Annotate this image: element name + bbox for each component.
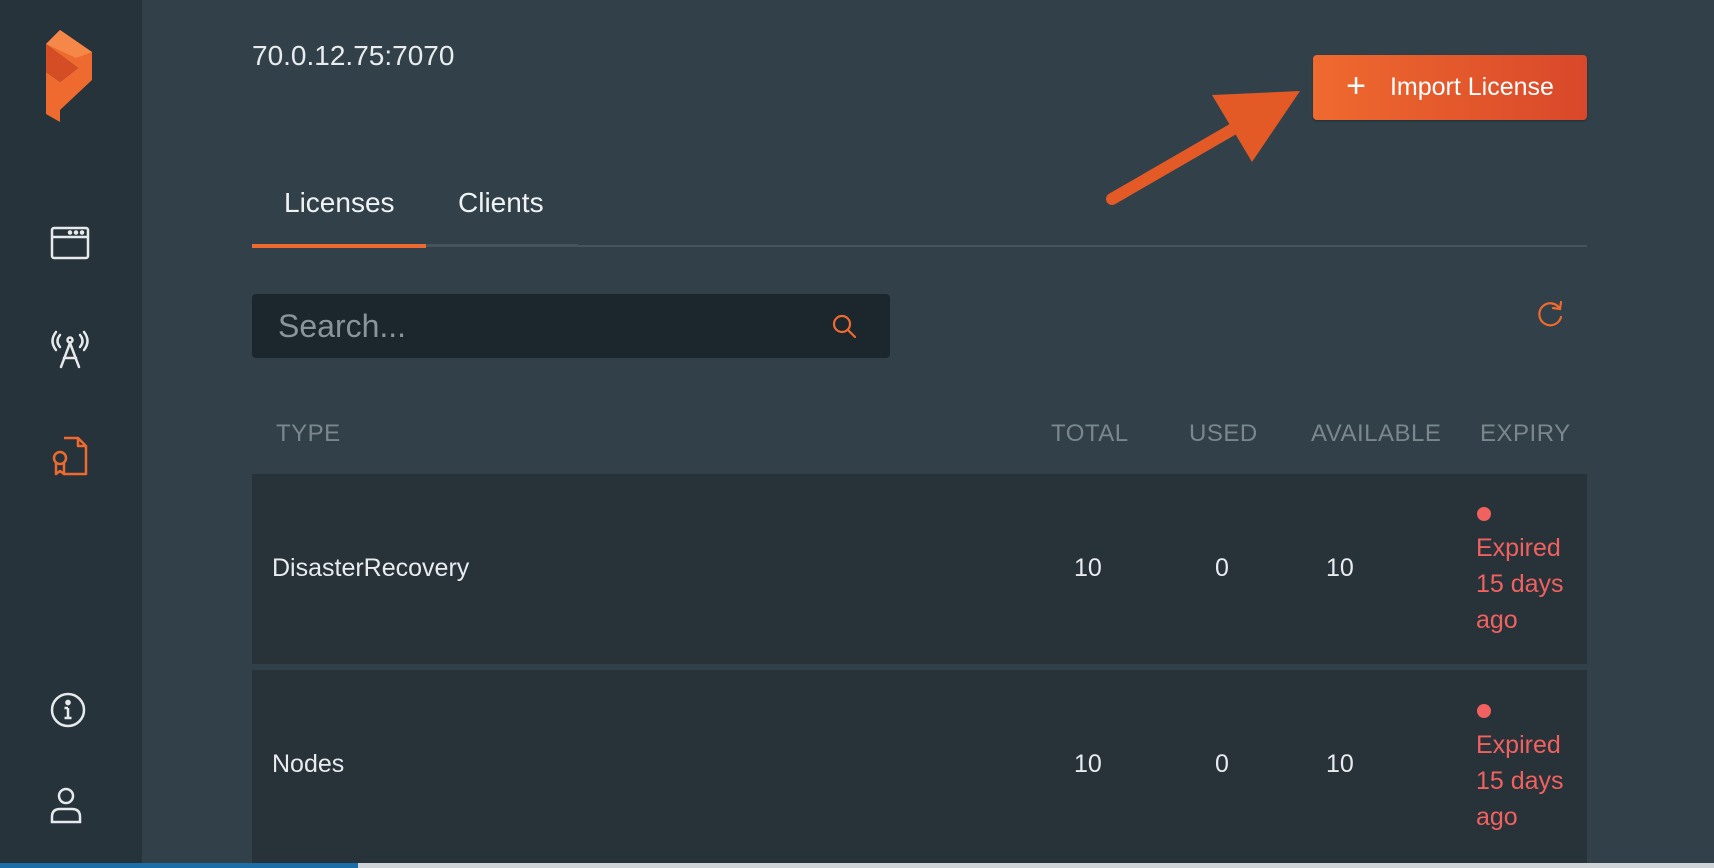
- active-tab-indicator: [252, 244, 426, 248]
- antenna-icon[interactable]: [46, 325, 94, 373]
- tab-indicator: [426, 244, 578, 247]
- cell-available: 10: [1326, 554, 1354, 582]
- search-box: [252, 294, 890, 358]
- cell-expiry: Expired 15 days ago: [1476, 530, 1564, 638]
- search-icon[interactable]: [830, 312, 858, 340]
- expiry-line: 15 days: [1476, 767, 1564, 795]
- plus-icon: +: [1346, 66, 1366, 105]
- search-input[interactable]: [252, 294, 838, 358]
- window-icon[interactable]: [46, 220, 94, 268]
- cell-total: 10: [1074, 750, 1102, 778]
- table-row[interactable]: DisasterRecovery 10 0 10 Expired 15 days…: [252, 474, 1587, 664]
- horizontal-scrollbar[interactable]: [0, 863, 1714, 868]
- tab-clients[interactable]: Clients: [458, 187, 544, 219]
- sidebar: [0, 0, 142, 868]
- host-address: 70.0.12.75:7070: [252, 40, 455, 71]
- cell-type: DisasterRecovery: [272, 554, 470, 582]
- tab-bar: Licenses Clients: [252, 175, 1587, 248]
- column-header-total[interactable]: TOTAL: [1051, 420, 1129, 448]
- certificate-icon[interactable]: [46, 432, 94, 480]
- expired-status-dot: [1477, 704, 1491, 718]
- import-license-label: Import License: [1389, 73, 1554, 101]
- portworx-logo[interactable]: [40, 30, 100, 130]
- cell-total: 10: [1074, 554, 1102, 582]
- cell-used: 0: [1215, 750, 1229, 778]
- column-header-used[interactable]: USED: [1189, 420, 1258, 448]
- column-header-available[interactable]: AVAILABLE: [1311, 420, 1441, 448]
- import-license-button[interactable]: + Import License: [1313, 55, 1587, 120]
- expiry-line: Expired: [1476, 534, 1561, 562]
- scrollbar-thumb[interactable]: [0, 863, 358, 868]
- user-icon[interactable]: [46, 782, 94, 830]
- refresh-icon[interactable]: [1533, 297, 1567, 331]
- column-header-expiry[interactable]: EXPIRY: [1480, 420, 1571, 448]
- expiry-line: ago: [1476, 803, 1518, 831]
- expiry-line: 15 days: [1476, 570, 1564, 598]
- column-header-type[interactable]: TYPE: [276, 420, 341, 448]
- expiry-line: Expired: [1476, 731, 1561, 759]
- cell-available: 10: [1326, 750, 1354, 778]
- expiry-line: ago: [1476, 606, 1518, 634]
- cell-type: Nodes: [272, 750, 345, 778]
- cell-used: 0: [1215, 554, 1229, 582]
- expired-status-dot: [1477, 507, 1491, 521]
- cell-expiry: Expired 15 days ago: [1476, 727, 1564, 835]
- tab-licenses[interactable]: Licenses: [284, 187, 395, 219]
- table-row[interactable]: Nodes 10 0 10 Expired 15 days ago: [252, 670, 1587, 868]
- info-icon[interactable]: [46, 686, 94, 734]
